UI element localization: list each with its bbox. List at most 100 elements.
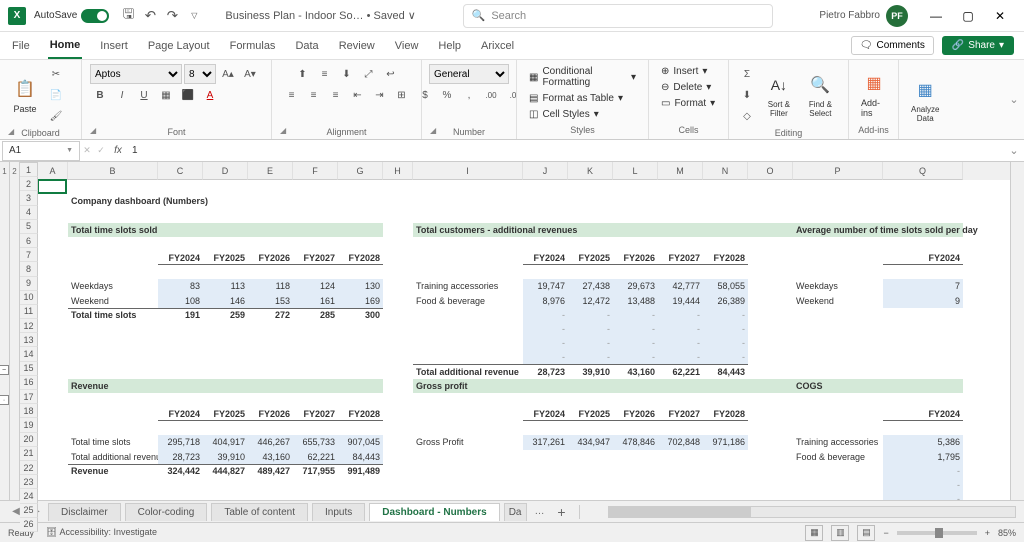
cell[interactable]: FY2025 (568, 407, 613, 421)
cell[interactable]: 118 (248, 279, 293, 293)
page-break-view-button[interactable]: ▤ (857, 525, 875, 541)
outline-level-2[interactable]: 2 (10, 162, 19, 180)
cell[interactable]: FY2026 (613, 407, 658, 421)
normal-view-button[interactable]: ▦ (805, 525, 823, 541)
cell[interactable]: 272 (248, 308, 293, 322)
cell[interactable]: Weekdays (68, 279, 158, 293)
cell[interactable]: Gross profit (413, 379, 793, 393)
copy-button[interactable]: 📄 (46, 85, 66, 105)
cell[interactable]: 113 (203, 279, 248, 293)
cell[interactable]: 1,795 (883, 450, 963, 464)
tab-formulas[interactable]: Formulas (228, 34, 278, 58)
cell[interactable]: 295,718 (158, 435, 203, 449)
cell[interactable]: FY2028 (338, 251, 383, 265)
cell[interactable] (793, 492, 883, 500)
row-header[interactable]: 26 (20, 518, 38, 532)
cell[interactable]: FY2024 (883, 251, 963, 265)
zoom-slider[interactable] (897, 531, 977, 535)
tab-file[interactable]: File (10, 34, 32, 58)
row-header[interactable]: 18 (20, 404, 38, 418)
cell[interactable]: - (883, 478, 963, 492)
zoom-in-button[interactable]: + (985, 528, 990, 538)
column-header[interactable]: I (413, 162, 523, 180)
align-middle-button[interactable]: ≡ (315, 64, 335, 84)
cell[interactable]: 446,267 (248, 435, 293, 449)
cell[interactable]: 27,438 (568, 279, 613, 293)
cell[interactable]: 434,947 (568, 435, 613, 449)
undo-icon[interactable]: ↶ (139, 5, 161, 27)
wrap-text-button[interactable]: ↩ (381, 64, 401, 84)
cell[interactable]: - (523, 322, 568, 336)
cell[interactable]: 26,389 (703, 294, 748, 308)
cell[interactable]: Total customers - additional revenues (413, 223, 793, 237)
spreadsheet-grid[interactable]: Company dashboard (Numbers) Total time sl… (38, 180, 1010, 500)
scrollbar-thumb[interactable] (609, 507, 751, 517)
bold-button[interactable]: B (90, 85, 110, 105)
cell[interactable]: 62,221 (658, 364, 703, 378)
align-bottom-button[interactable]: ⬇ (337, 64, 357, 84)
outline-level-1[interactable]: 1 (0, 162, 9, 180)
sheet-tab-disclaimer[interactable]: Disclaimer (48, 503, 121, 521)
column-header[interactable]: C (158, 162, 203, 180)
tab-view[interactable]: View (393, 34, 421, 58)
align-right-button[interactable]: ≡ (326, 85, 346, 105)
search-input[interactable]: 🔍 Search (463, 4, 773, 28)
cell[interactable]: - (883, 464, 963, 478)
cell[interactable]: 404,917 (203, 435, 248, 449)
row-header[interactable]: 23 (20, 475, 38, 489)
user-name[interactable]: Pietro Fabbro (819, 10, 880, 21)
cell[interactable]: FY2025 (203, 251, 248, 265)
cell[interactable]: 169 (338, 294, 383, 308)
row-header[interactable]: 12 (20, 319, 38, 333)
cell[interactable] (793, 478, 883, 492)
cell[interactable]: Total time slots (68, 435, 158, 449)
cell[interactable]: FY2024 (523, 407, 568, 421)
row-header[interactable]: 16 (20, 376, 38, 390)
row-header[interactable]: 7 (20, 248, 38, 262)
decrease-font-button[interactable]: A▾ (240, 64, 260, 84)
tab-insert[interactable]: Insert (98, 34, 130, 58)
cell[interactable]: Weekdays (793, 279, 883, 293)
italic-button[interactable]: I (112, 85, 132, 105)
cell[interactable]: Company dashboard (Numbers) (68, 194, 383, 208)
close-button[interactable]: ✕ (984, 0, 1016, 32)
cell[interactable]: FY2024 (883, 407, 963, 421)
clipboard-launcher-icon[interactable]: ◢ (8, 127, 77, 136)
cell[interactable]: - (703, 322, 748, 336)
cell[interactable]: 58,055 (703, 279, 748, 293)
cell[interactable]: 84,443 (338, 450, 383, 464)
cell[interactable]: 259 (203, 308, 248, 322)
increase-decimal-button[interactable]: .00 (481, 85, 501, 105)
column-header[interactable]: G (338, 162, 383, 180)
cell[interactable]: Total time slots sold (68, 223, 383, 237)
comments-button[interactable]: 🗨Comments (851, 36, 934, 55)
cell[interactable]: - (658, 350, 703, 364)
cell[interactable]: FY2025 (568, 251, 613, 265)
cell[interactable] (413, 322, 523, 336)
row-header[interactable]: 11 (20, 305, 38, 319)
cell[interactable]: - (613, 322, 658, 336)
currency-button[interactable]: $ (415, 85, 435, 105)
cell[interactable]: FY2026 (613, 251, 658, 265)
row-header[interactable]: 9 (20, 277, 38, 291)
font-name-select[interactable]: Aptos (90, 64, 182, 84)
cell[interactable]: 317,261 (523, 435, 568, 449)
border-button[interactable]: ▦ (156, 85, 176, 105)
format-as-table-button[interactable]: ▤Format as Table ▾ (525, 91, 627, 106)
percent-button[interactable]: % (437, 85, 457, 105)
cell[interactable]: 124 (293, 279, 338, 293)
tab-arixcel[interactable]: Arixcel (479, 34, 516, 58)
row-header[interactable]: 15 (20, 362, 38, 376)
maximize-button[interactable]: ▢ (952, 0, 984, 32)
delete-cells-button[interactable]: ⊖Delete ▾ (657, 80, 715, 95)
cell[interactable]: - (568, 322, 613, 336)
outline-collapse-button[interactable]: − (0, 365, 9, 375)
user-avatar[interactable]: PF (886, 5, 908, 27)
cell[interactable]: 84,443 (703, 364, 748, 378)
tab-data[interactable]: Data (293, 34, 320, 58)
row-header[interactable]: 10 (20, 291, 38, 305)
cell[interactable]: Average number of time slots sold per da… (793, 223, 963, 237)
alignment-launcher-icon[interactable]: ◢ (280, 126, 417, 135)
row-header[interactable]: 8 (20, 262, 38, 276)
cell[interactable]: 655,733 (293, 435, 338, 449)
